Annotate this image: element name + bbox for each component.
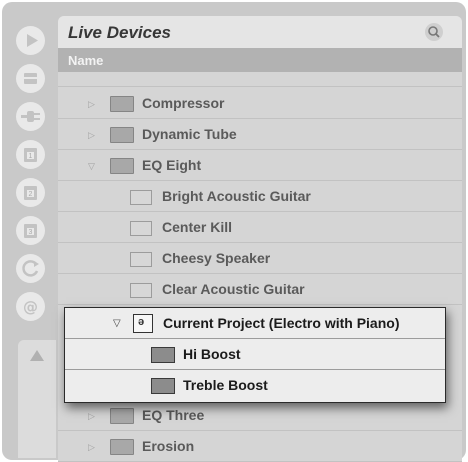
preset-icon	[130, 190, 152, 205]
disclosure-open-icon[interactable]: ▽	[88, 161, 95, 172]
list-item-eq-three[interactable]: ▷ EQ Three	[58, 400, 462, 431]
disclosure-icon[interactable]: ▷	[88, 130, 95, 141]
panel-title: Live Devices	[68, 23, 172, 42]
list-item-bright-acoustic-guitar[interactable]: Bright Acoustic Guitar	[58, 181, 462, 212]
list-item-clear-acoustic-guitar[interactable]: Clear Acoustic Guitar	[58, 274, 462, 305]
folder-icon	[110, 158, 134, 174]
list-item-compressor[interactable]: ▷ Compressor	[58, 88, 462, 119]
list-item-cheesy-speaker[interactable]: Cheesy Speaker	[58, 243, 462, 274]
list-item-dynamic-tube[interactable]: ▷ Dynamic Tube	[58, 119, 462, 150]
preset-icon	[130, 252, 152, 267]
folder-1-icon[interactable]: 1	[16, 140, 45, 169]
play-icon[interactable]	[16, 26, 45, 55]
item-label: Bright Acoustic Guitar	[162, 188, 311, 204]
disclosure-icon[interactable]: ▷	[88, 411, 95, 422]
plugin-icon[interactable]	[16, 102, 45, 131]
item-label: Current Project (Electro with Piano)	[163, 315, 400, 331]
item-label: Dynamic Tube	[142, 126, 237, 142]
list-item-hi-boost[interactable]: Hi Boost	[65, 339, 445, 370]
disclosure-icon[interactable]: ▷	[88, 442, 95, 453]
folder-icon	[110, 96, 134, 112]
list-item-current-project[interactable]: ▽ ə Current Project (Electro with Piano)	[65, 308, 445, 339]
current-project-overlay: ▽ ə Current Project (Electro with Piano)…	[64, 307, 446, 403]
item-label: Cheesy Speaker	[162, 250, 271, 266]
svg-text:@: @	[23, 298, 38, 316]
svg-text:1: 1	[29, 153, 33, 160]
list-item-treble-boost[interactable]: Treble Boost	[65, 370, 445, 401]
disclosure-icon[interactable]: ▷	[88, 99, 95, 110]
folder-icon	[151, 347, 175, 363]
browser-window: 1 2 3 @ Live Devices Name ▷ Compressor ▷…	[2, 2, 466, 462]
collapse-tab[interactable]	[18, 340, 56, 458]
svg-text:2: 2	[29, 191, 33, 198]
at-icon[interactable]: @	[16, 292, 45, 321]
project-folder-icon: ə	[133, 314, 153, 333]
folder-icon	[110, 408, 134, 424]
refresh-icon[interactable]	[16, 254, 45, 283]
preset-icon	[130, 283, 152, 298]
item-label: Hi Boost	[183, 346, 241, 362]
folder-icon	[151, 378, 175, 394]
item-label: EQ Eight	[142, 157, 202, 173]
item-label: Erosion	[142, 438, 195, 454]
preset-icon	[130, 221, 152, 236]
item-label: Clear Acoustic Guitar	[162, 281, 305, 297]
folder-icon	[110, 439, 134, 455]
item-label: EQ Three	[142, 407, 205, 423]
list-item-eq-eight[interactable]: ▽ EQ Eight	[58, 150, 462, 181]
folder-2-icon[interactable]: 2	[16, 178, 45, 207]
list-item-erosion[interactable]: ▷ Erosion	[58, 431, 462, 462]
categories-icon[interactable]	[16, 64, 45, 93]
list-item-clipped	[58, 56, 462, 87]
disclosure-open-icon[interactable]: ▽	[113, 318, 121, 329]
svg-text:3: 3	[29, 229, 33, 236]
item-label: Center Kill	[162, 219, 233, 235]
folder-3-icon[interactable]: 3	[16, 216, 45, 245]
item-label: Treble Boost	[183, 377, 268, 393]
folder-icon	[110, 127, 134, 143]
list-item-center-kill[interactable]: Center Kill	[58, 212, 462, 243]
collapse-up-icon[interactable]	[30, 350, 44, 361]
search-icon[interactable]	[425, 23, 443, 41]
panel-header: Live Devices	[58, 16, 462, 48]
item-label: Compressor	[142, 95, 225, 111]
